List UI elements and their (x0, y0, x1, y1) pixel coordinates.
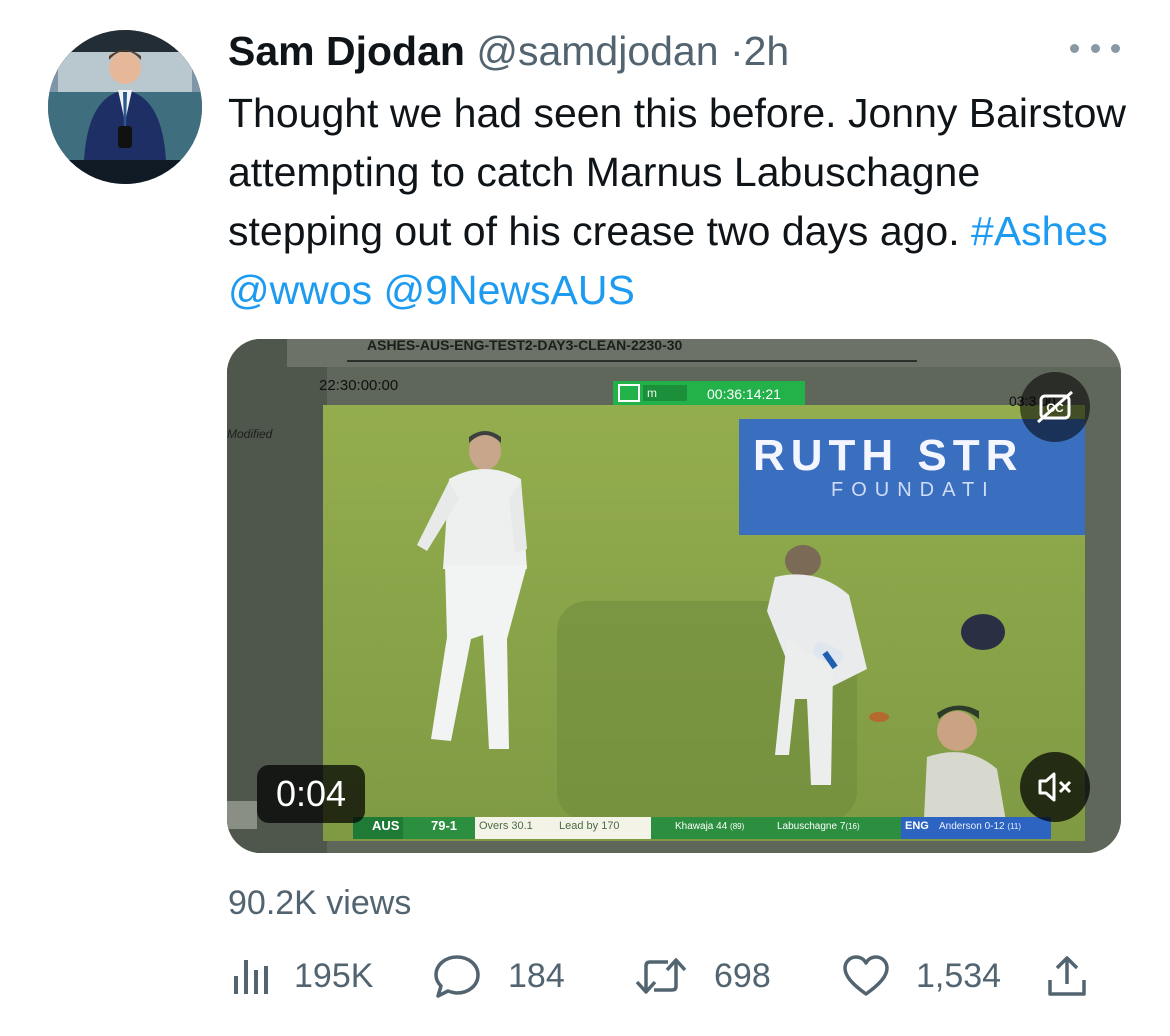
bowler-name: Anderson 0-12 (939, 821, 1005, 832)
video-player[interactable]: ASHES-AUS-ENG-TEST2-DAY3-CLEAN-2230-30 2… (227, 339, 1121, 853)
tweet-time[interactable]: 2h (744, 28, 790, 74)
speaker-muted-icon (1038, 772, 1072, 802)
timecode-in: 22:30:00:00 (319, 377, 399, 394)
view-count: 90.2K views (228, 884, 412, 922)
mention-link-wwos[interactable]: @wwos (228, 267, 372, 313)
reply-count: 184 (508, 956, 565, 995)
tweet-text: Thought we had seen this before. Jonny B… (228, 84, 1138, 320)
scorebar-batter2: Labuschagne 7(16) (777, 821, 860, 832)
tweet-header: Sam Djodan @samdjodan ·2h (228, 26, 1170, 76)
author-avatar[interactable] (48, 30, 202, 184)
batter2-balls: (16) (845, 822, 860, 831)
file-name: ASHES-AUS-ENG-TEST2-DAY3-CLEAN-2230-30 (367, 339, 683, 353)
hashtag-link[interactable]: #Ashes (971, 208, 1108, 254)
more-options-button[interactable] (1070, 36, 1120, 60)
like-button[interactable]: 1,534 (842, 948, 1001, 1004)
reply-icon (434, 955, 480, 998)
unmute-button[interactable] (1020, 752, 1090, 822)
retweet-count: 698 (714, 956, 771, 995)
avatar-image (48, 30, 202, 184)
more-dot-icon (1070, 43, 1079, 53)
scorebar-batter1: Khawaja 44 (89) (675, 821, 744, 832)
mode-label: m (647, 386, 657, 400)
like-icon (843, 955, 889, 996)
share-button[interactable] (1046, 948, 1088, 1004)
scorebar-score: 79-1 (431, 818, 458, 833)
batter1-balls: (89) (730, 822, 745, 831)
captions-toggle-button[interactable]: CC (1020, 372, 1090, 442)
share-icon (1048, 956, 1086, 996)
bowler-overs: (11) (1007, 822, 1022, 831)
like-count: 1,534 (916, 956, 1002, 995)
mention-link-9newsaus[interactable]: @9NewsAUS (384, 267, 635, 313)
author-name[interactable]: Sam Djodan (228, 28, 465, 74)
retweet-icon (635, 958, 687, 994)
editor-modified-label: Modified (227, 427, 273, 441)
sponsor-sub-text: FOUNDATI (831, 479, 996, 501)
captions-off-icon: CC (1037, 390, 1073, 424)
scorebar-bowl-team: ENG (905, 820, 929, 832)
scorebar-lead: Lead by 170 (559, 820, 620, 832)
timecode-center: 00:36:14:21 (707, 386, 781, 402)
batter2-name: Labuschagne 7 (777, 821, 846, 832)
more-dot-icon (1090, 43, 1100, 53)
batter1-name: Khawaja 44 (675, 821, 728, 832)
sponsor-main-text: RUTH STR (753, 431, 1024, 480)
more-dot-icon (1111, 43, 1120, 53)
author-handle[interactable]: @samdjodan (476, 28, 718, 74)
retweet-button[interactable]: 698 (634, 948, 771, 1004)
scorebar-team: AUS (372, 818, 400, 833)
video-elapsed-time: 0:04 (257, 765, 365, 823)
views-chart-icon (234, 960, 268, 994)
scorebar-bowler: Anderson 0-12 (11) (939, 821, 1021, 832)
reply-button[interactable]: 184 (432, 948, 565, 1004)
scorebar-overs: Overs 30.1 (479, 820, 533, 832)
views-count: 195K (294, 956, 374, 995)
views-analytics-button[interactable]: 195K (232, 948, 373, 1004)
meta-separator: · (729, 28, 744, 74)
